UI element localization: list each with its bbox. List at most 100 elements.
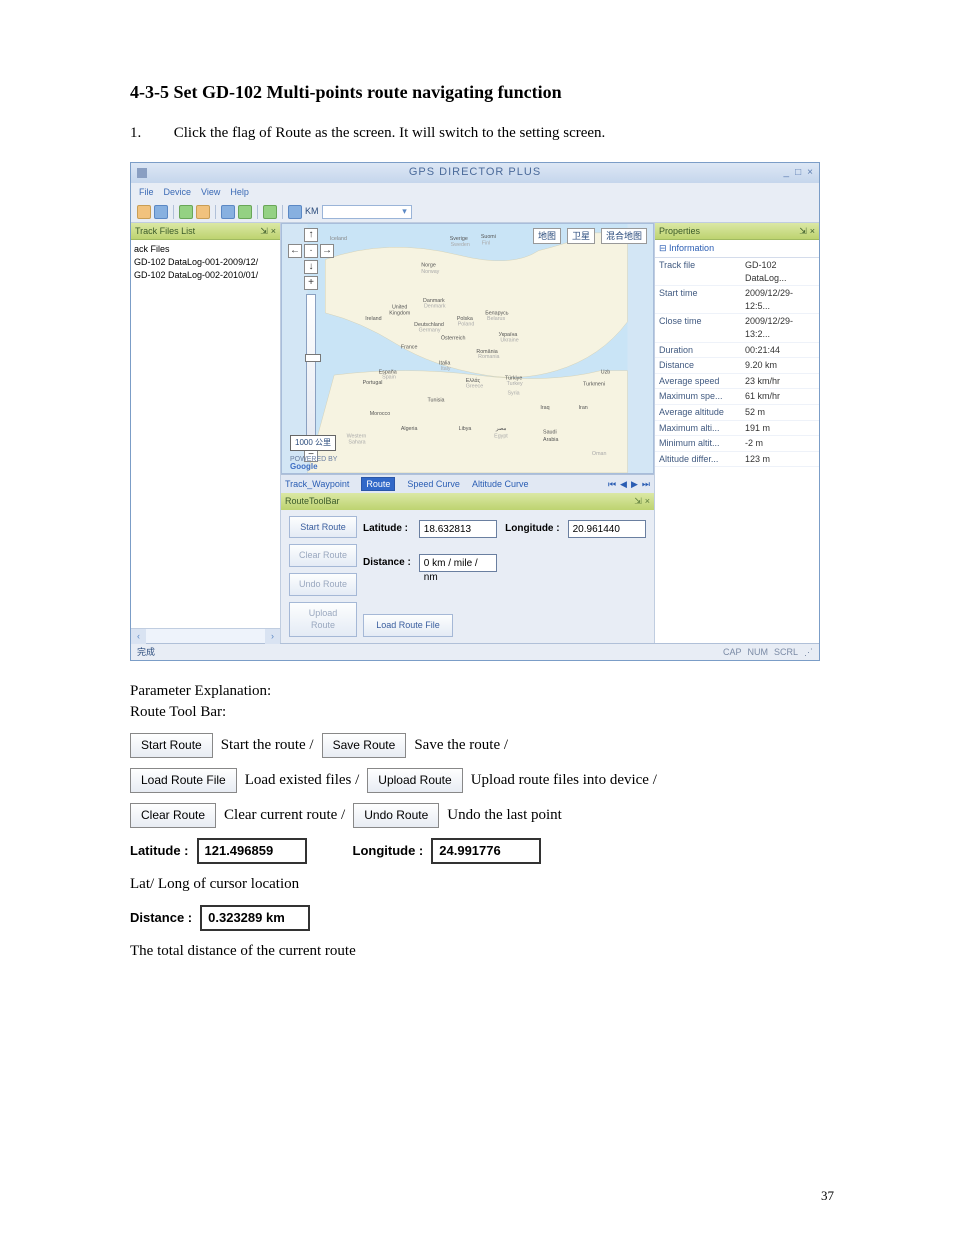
- tab-altitude-curve[interactable]: Altitude Curve: [472, 478, 529, 491]
- longitude-input[interactable]: 20.961440: [568, 520, 646, 538]
- close-panel-icon[interactable]: ×: [271, 225, 276, 238]
- pin-icon[interactable]: ⇲: [799, 225, 807, 238]
- svg-text:Morocco: Morocco: [370, 411, 390, 417]
- maximize-icon[interactable]: □: [795, 166, 801, 180]
- map-viewport[interactable]: Iceland Sverige Sweden Suomi Finl Norge …: [281, 223, 654, 474]
- distance-input[interactable]: 0 km / mile / nm: [419, 554, 497, 572]
- tree-item[interactable]: GD-102 DataLog-002-2010/01/: [134, 269, 277, 282]
- tab-route[interactable]: Route: [361, 477, 395, 492]
- property-key: Track file: [659, 259, 745, 284]
- toolbar-go-icon[interactable]: [179, 205, 193, 219]
- menu-device[interactable]: Device: [164, 186, 192, 199]
- unit-select[interactable]: ▾: [322, 205, 412, 219]
- pan-center-icon[interactable]: ·: [304, 244, 318, 258]
- doc-text: Load existed files /: [245, 770, 360, 791]
- property-value: 123 m: [745, 453, 815, 466]
- property-value: -2 m: [745, 437, 815, 450]
- menu-help[interactable]: Help: [230, 186, 249, 199]
- svg-text:Arabia: Arabia: [543, 437, 558, 443]
- pin-icon[interactable]: ⇲: [634, 495, 642, 508]
- pan-down-icon[interactable]: ↓: [304, 260, 318, 274]
- toolbar-flag-icon[interactable]: [196, 205, 210, 219]
- tab-speed-curve[interactable]: Speed Curve: [407, 478, 460, 491]
- svg-text:Kingdom: Kingdom: [389, 310, 411, 316]
- svg-text:Portugal: Portugal: [363, 380, 383, 386]
- menu-file[interactable]: File: [139, 186, 154, 199]
- svg-text:Uzb: Uzb: [601, 369, 611, 375]
- toolbar-help-icon[interactable]: [288, 205, 302, 219]
- track-files-panel: Track Files List ⇲ × ack Files GD-102 Da…: [131, 223, 281, 643]
- menu-view[interactable]: View: [201, 186, 220, 199]
- tab-track-waypoint[interactable]: Track_Waypoint: [285, 478, 349, 491]
- pan-up-icon[interactable]: ↑: [304, 228, 318, 242]
- track-files-tree[interactable]: ack Files GD-102 DataLog-001-2009/12/ GD…: [131, 240, 280, 627]
- start-route-button[interactable]: Start Route: [289, 516, 357, 539]
- svg-text:Suomi: Suomi: [481, 234, 496, 240]
- tab-first-icon[interactable]: ⏮: [608, 478, 616, 491]
- track-files-header: Track Files List ⇲ ×: [131, 223, 280, 241]
- horizontal-scrollbar[interactable]: ‹ ›: [131, 628, 280, 643]
- svg-text:Sahara: Sahara: [348, 439, 365, 445]
- toolbar: KM ▾: [131, 202, 819, 223]
- map-type-sat[interactable]: 卫星: [567, 228, 595, 245]
- pan-right-icon[interactable]: →: [320, 244, 334, 258]
- status-cap: CAP: [723, 646, 742, 659]
- property-key: Duration: [659, 344, 745, 357]
- property-row: Maximum alti...191 m: [655, 421, 819, 437]
- svg-text:Finl: Finl: [482, 240, 491, 246]
- minimize-icon[interactable]: _: [784, 166, 790, 180]
- unit-label: KM: [305, 205, 319, 218]
- pin-icon[interactable]: ⇲: [260, 225, 268, 238]
- instruction: 1. Click the flag of Route as the screen…: [130, 123, 834, 144]
- tab-next-icon[interactable]: ▶: [631, 478, 638, 491]
- status-num: NUM: [747, 646, 768, 659]
- toolbar-separator: [173, 205, 174, 219]
- tab-prev-icon[interactable]: ◀: [620, 478, 627, 491]
- close-icon[interactable]: ×: [807, 166, 813, 180]
- resize-grip-icon[interactable]: ⋰: [804, 646, 813, 659]
- svg-text:Sverige: Sverige: [450, 236, 468, 242]
- latitude-input[interactable]: 18.632813: [419, 520, 497, 538]
- tree-root[interactable]: ack Files: [134, 243, 277, 256]
- scrollbar-track[interactable]: [146, 629, 265, 643]
- svg-text:Algeria: Algeria: [401, 426, 418, 432]
- load-route-file-button[interactable]: Load Route File: [363, 614, 453, 637]
- property-row: Maximum spe...61 km/hr: [655, 389, 819, 405]
- toolbar-refresh-icon[interactable]: [263, 205, 277, 219]
- toolbar-open-icon[interactable]: [137, 205, 151, 219]
- zoom-slider[interactable]: [306, 294, 316, 444]
- property-key: Start time: [659, 287, 745, 312]
- coords-description: Lat/ Long of cursor location: [130, 874, 834, 895]
- svg-text:Saudi: Saudi: [543, 430, 557, 436]
- zoom-in-icon[interactable]: +: [304, 276, 318, 290]
- map-type-map[interactable]: 地图: [533, 228, 561, 245]
- property-row: Average altitude52 m: [655, 405, 819, 421]
- pan-left-icon[interactable]: ←: [288, 244, 302, 258]
- scroll-right-icon[interactable]: ›: [265, 629, 280, 644]
- status-text: 完成: [137, 646, 155, 659]
- doc-text: Save the route /: [414, 735, 508, 756]
- property-row: Duration00:21:44: [655, 343, 819, 359]
- tab-last-icon[interactable]: ⏭: [642, 478, 650, 491]
- scroll-left-icon[interactable]: ‹: [131, 629, 146, 644]
- undo-route-button[interactable]: Undo Route: [289, 573, 357, 596]
- upload-route-button[interactable]: Upload Route: [289, 602, 357, 637]
- toolbar-export-icon[interactable]: [221, 205, 235, 219]
- doc-distance-value: 0.323289 km: [200, 905, 310, 931]
- svg-text:Denmark: Denmark: [424, 303, 446, 309]
- property-row: Average speed23 km/hr: [655, 374, 819, 390]
- tree-item[interactable]: GD-102 DataLog-001-2009/12/: [134, 256, 277, 269]
- clear-route-button[interactable]: Clear Route: [289, 544, 357, 567]
- close-panel-icon[interactable]: ×: [810, 225, 815, 238]
- toolbar-save-icon[interactable]: [154, 205, 168, 219]
- view-tabs: Track_Waypoint Route Speed Curve Altitud…: [281, 474, 654, 494]
- properties-section: ⊟ Information: [655, 240, 819, 258]
- page-number: 37: [821, 1187, 834, 1205]
- close-panel-icon[interactable]: ×: [645, 495, 650, 508]
- property-value: 52 m: [745, 406, 815, 419]
- toolbar-import-icon[interactable]: [238, 205, 252, 219]
- doc-text: Undo the last point: [447, 805, 562, 826]
- svg-text:Romania: Romania: [478, 354, 499, 360]
- map-type-hybrid[interactable]: 混合地图: [601, 228, 647, 245]
- property-key: Maximum spe...: [659, 390, 745, 403]
